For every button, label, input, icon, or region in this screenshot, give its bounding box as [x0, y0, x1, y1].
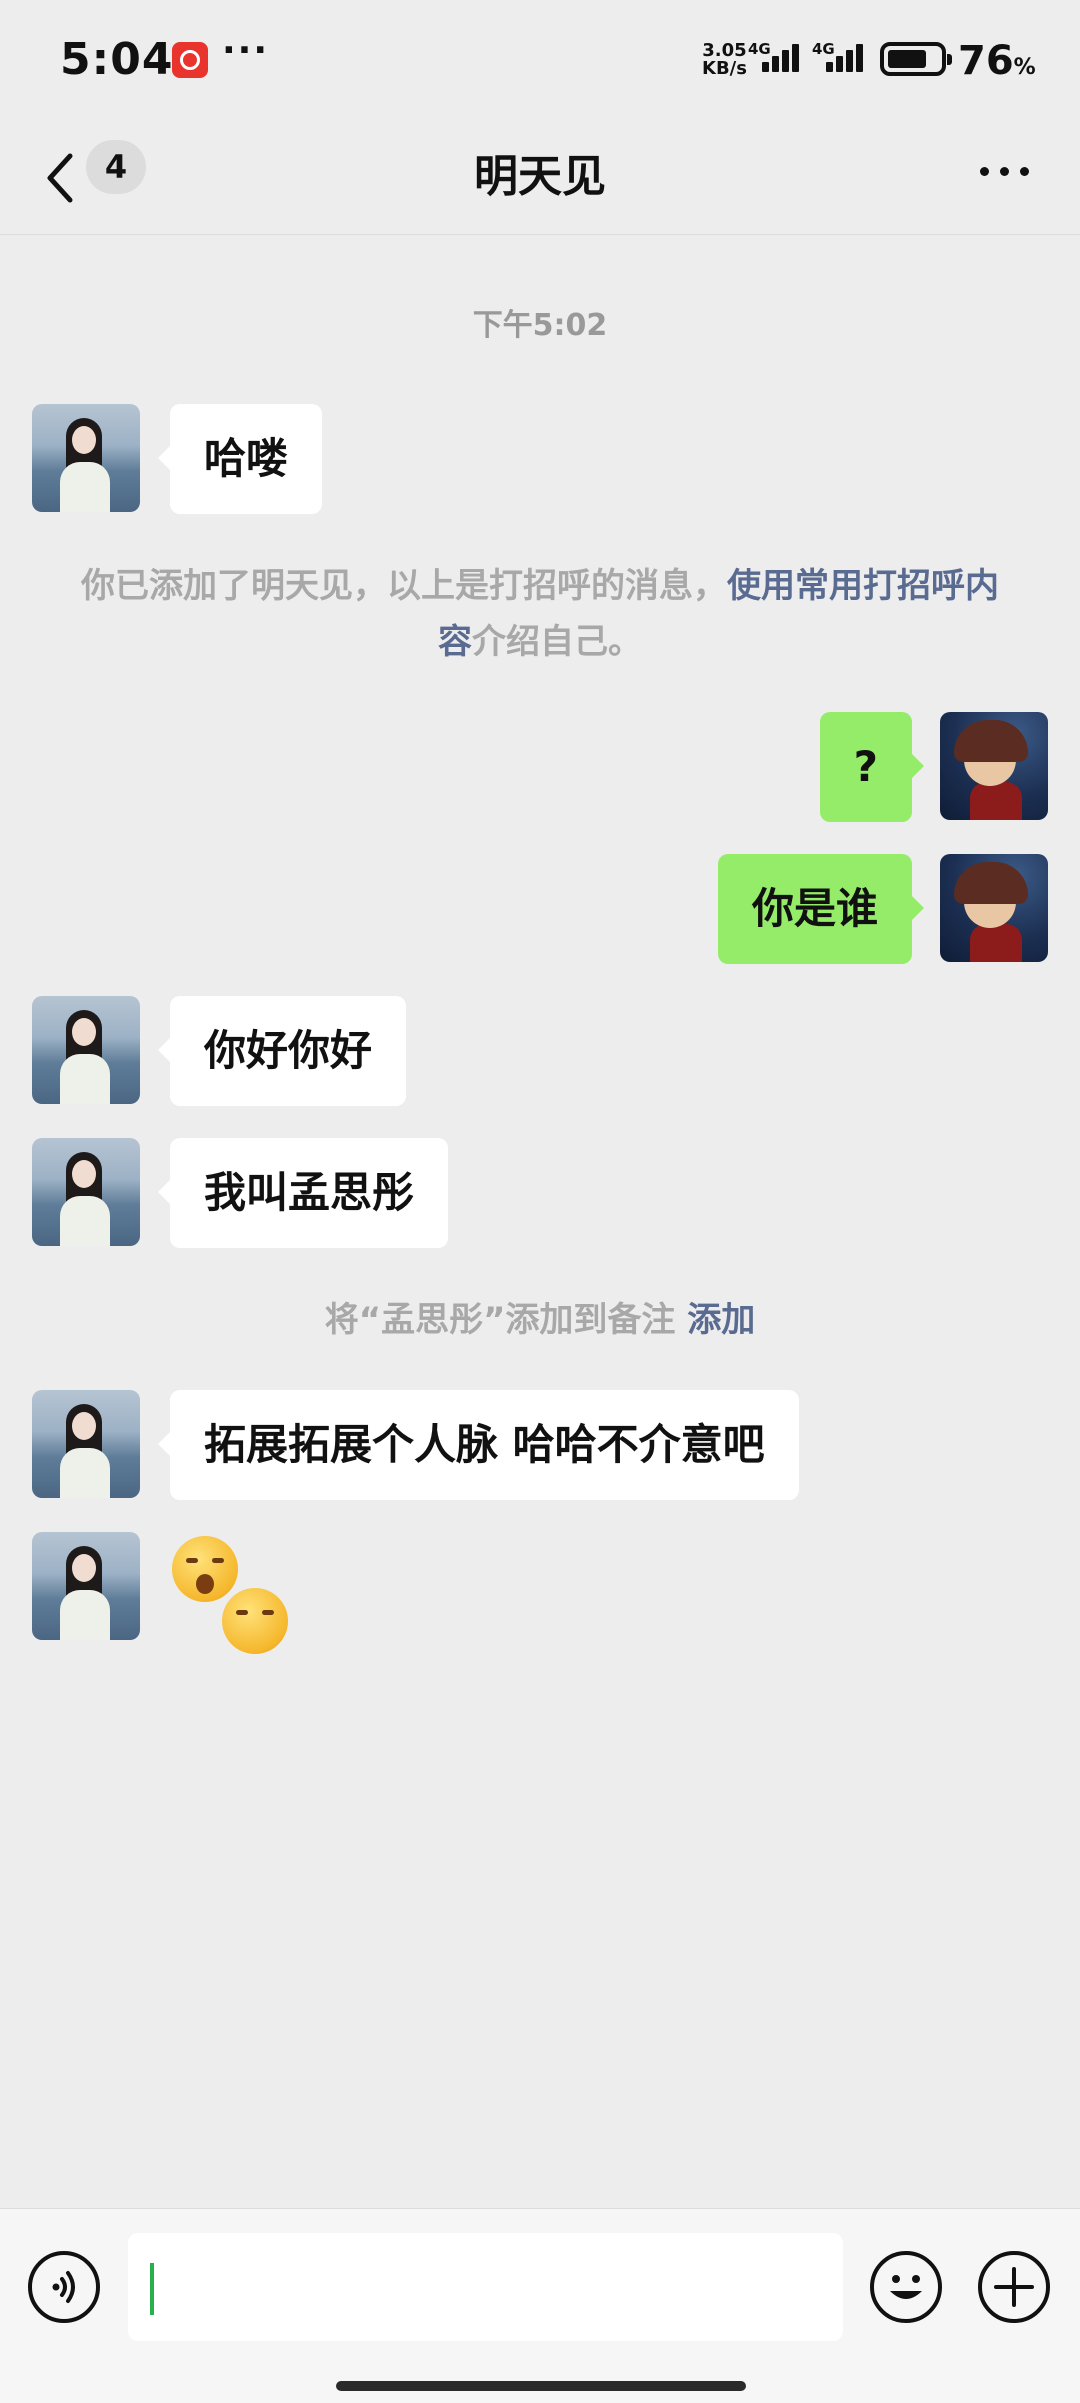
- signal-icon: 4G: [812, 40, 863, 76]
- add-remark-link[interactable]: 添加: [687, 1300, 755, 1340]
- network-speed-unit: KB/s: [702, 58, 747, 79]
- battery-unit: %: [1013, 55, 1036, 80]
- home-indicator[interactable]: [336, 2381, 746, 2391]
- sly-smile-emoji-icon: [222, 1588, 288, 1654]
- battery-icon: [880, 42, 952, 76]
- contact-avatar[interactable]: [32, 404, 140, 512]
- message-bubble-incoming[interactable]: 你好你好: [157, 996, 407, 1106]
- signal-type: 4G: [812, 40, 835, 58]
- contact-avatar[interactable]: [32, 1390, 140, 1498]
- message-bubble-incoming[interactable]: 我叫孟思彤: [157, 1138, 449, 1248]
- contact-avatar[interactable]: [32, 1532, 140, 1640]
- message-text-input[interactable]: [128, 2233, 843, 2341]
- message-input-bar: [0, 2208, 1080, 2403]
- battery-percentage: 76%: [958, 38, 1036, 84]
- contact-avatar[interactable]: [32, 1138, 140, 1246]
- music-app-icon: [172, 42, 208, 78]
- greeting-note-suffix: 介绍自己。: [472, 622, 642, 662]
- voice-icon[interactable]: [28, 2251, 100, 2323]
- message-timestamp: 下午5:02: [472, 308, 608, 343]
- greeting-note-prefix: 你已添加了明天见，以上是打招呼的消息，: [81, 566, 727, 606]
- plus-icon[interactable]: [978, 2251, 1050, 2323]
- contact-avatar[interactable]: [32, 996, 140, 1104]
- my-avatar[interactable]: [940, 854, 1048, 962]
- status-bar: 5:04 ··· 3.05 KB/s 4G 4G 76%: [0, 0, 1080, 120]
- remark-note-text: 将“孟思彤”添加到备注: [324, 1300, 676, 1340]
- status-time: 5:04: [60, 34, 174, 85]
- message-bubble-incoming[interactable]: 哈喽: [157, 404, 323, 514]
- chat-title: 明天见: [474, 151, 606, 202]
- signal-icon: 4G: [748, 40, 799, 76]
- text-cursor: [150, 2263, 154, 2315]
- remark-system-note: 将“孟思彤”添加到备注 添加: [80, 1292, 1000, 1348]
- message-bubble-incoming[interactable]: 拓展拓展个人脉 哈哈不介意吧: [158, 1390, 799, 1500]
- message-bubble-outgoing[interactable]: ?: [819, 712, 925, 822]
- signal-type: 4G: [748, 40, 771, 58]
- greeting-system-note: 你已添加了明天见，以上是打招呼的消息，使用常用打招呼内容介绍自己。: [80, 558, 1000, 670]
- battery-fill: [888, 50, 926, 68]
- yawn-emoji-icon: [172, 1536, 238, 1602]
- my-avatar[interactable]: [940, 712, 1048, 820]
- network-speed: 3.05 KB/s: [702, 42, 747, 78]
- more-options-icon[interactable]: [978, 165, 1030, 179]
- message-bubble-outgoing[interactable]: 你是谁: [717, 854, 925, 964]
- smile-icon[interactable]: [870, 2251, 942, 2323]
- status-more-indicator: ···: [222, 30, 270, 71]
- battery-value: 76: [958, 38, 1014, 84]
